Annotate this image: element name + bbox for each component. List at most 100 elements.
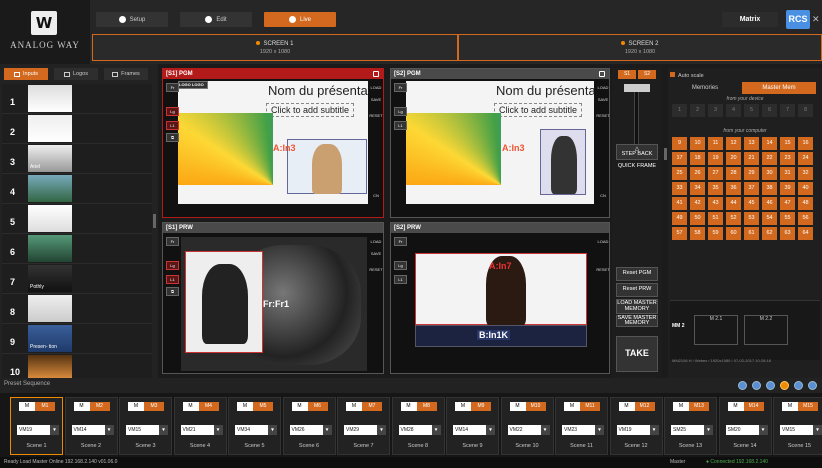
- screen-2-selector[interactable]: SCREEN 2 1920 x 1080: [458, 34, 822, 61]
- memory-slot[interactable]: 55: [780, 212, 795, 225]
- l1-button[interactable]: L1: [166, 275, 179, 284]
- memory-slot[interactable]: 48: [798, 197, 813, 210]
- l1-button[interactable]: L1: [394, 121, 407, 130]
- screen-s1-toggle[interactable]: S1: [618, 70, 636, 79]
- pgm-preview-frame[interactable]: Nom du présentation Click to add subtitl…: [406, 81, 594, 204]
- input-item[interactable]: 3 Ariel: [2, 144, 152, 174]
- memory-slot[interactable]: 57: [672, 227, 687, 240]
- memory-slot[interactable]: 29: [744, 167, 759, 180]
- scene-card[interactable]: M M13 SM25 ▾ Scene 13: [664, 397, 717, 455]
- memory-slot[interactable]: 50: [690, 212, 705, 225]
- nav-setup-button[interactable]: Setup: [96, 12, 168, 27]
- scene-card[interactable]: M M7 VM29 ▾ Scene 7: [337, 397, 390, 455]
- reset-prw-button[interactable]: Reset PRW: [616, 283, 658, 297]
- scene-select[interactable]: VM22 ▾: [507, 425, 550, 435]
- scene-card[interactable]: M M10 VM22 ▾ Scene 10: [500, 397, 554, 455]
- memory-slot[interactable]: 8: [798, 104, 813, 117]
- save-button[interactable]: SAVE: [367, 97, 385, 102]
- auto-scale-toggle[interactable]: Auto scale: [670, 72, 704, 79]
- scene-select[interactable]: VM14 ▾: [453, 425, 495, 435]
- memory-slot[interactable]: 54: [762, 212, 777, 225]
- memory-slot[interactable]: 46: [762, 197, 777, 210]
- save-button[interactable]: SAVE: [367, 251, 385, 256]
- load-master-memory-button[interactable]: LOAD MASTER MEMORY: [616, 299, 658, 314]
- memory-slot[interactable]: 51: [708, 212, 723, 225]
- memory-slot[interactable]: 26: [690, 167, 705, 180]
- scene-select[interactable]: VM34 ▾: [235, 425, 277, 435]
- scene-select[interactable]: VM19 ▾: [17, 425, 59, 435]
- tab-memories[interactable]: Memories: [670, 82, 740, 94]
- memory-slot[interactable]: 52: [726, 212, 741, 225]
- fr-button[interactable]: Fr: [166, 83, 179, 92]
- reset-button[interactable]: RESET: [367, 113, 385, 118]
- mm-screen-1[interactable]: M 2.1: [694, 315, 738, 345]
- first-icon[interactable]: [752, 381, 761, 390]
- step-back-button[interactable]: △ STEP BACK: [616, 144, 658, 160]
- memory-slot[interactable]: 11: [708, 137, 723, 150]
- memory-slot[interactable]: 43: [708, 197, 723, 210]
- lg-button[interactable]: Lg: [394, 261, 407, 270]
- memory-slot[interactable]: 14: [762, 137, 777, 150]
- layer-box[interactable]: [185, 251, 263, 353]
- prev-icon[interactable]: [738, 381, 747, 390]
- memory-slot[interactable]: 36: [726, 182, 741, 195]
- scene-select[interactable]: SM25 ▾: [671, 425, 713, 435]
- scene-select[interactable]: VM23 ▾: [562, 425, 604, 435]
- memory-slot[interactable]: 25: [672, 167, 687, 180]
- memory-slot[interactable]: 41: [672, 197, 687, 210]
- memory-slot[interactable]: 22: [762, 152, 777, 165]
- save-master-memory-button[interactable]: SAVE MASTER MEMORY: [616, 315, 658, 327]
- memory-slot[interactable]: 13: [744, 137, 759, 150]
- load-button[interactable]: LOAD: [594, 239, 612, 244]
- scrollbar[interactable]: [153, 214, 156, 228]
- scene-select[interactable]: VM15 ▾: [126, 425, 168, 435]
- memory-slot[interactable]: 28: [726, 167, 741, 180]
- memory-slot[interactable]: 20: [726, 152, 741, 165]
- memory-slot[interactable]: 58: [690, 227, 705, 240]
- screen-1-selector[interactable]: SCREEN 1 1920 x 1080: [92, 34, 458, 61]
- cn-button[interactable]: CN: [367, 193, 385, 198]
- close-icon[interactable]: ✕: [812, 9, 822, 29]
- input-item[interactable]: 7 Pothly: [2, 264, 152, 294]
- prw-preview-frame[interactable]: A:In7 B:In1K: [411, 237, 591, 371]
- scrollbar[interactable]: [664, 148, 667, 160]
- scene-card[interactable]: M M6 VM26 ▾ Scene 6: [282, 397, 336, 455]
- scene-select[interactable]: VM29 ▾: [344, 425, 386, 435]
- memory-slot[interactable]: 56: [798, 212, 813, 225]
- input-item[interactable]: 9 Presen- tion: [2, 324, 152, 354]
- reset-button[interactable]: RESET: [594, 113, 612, 118]
- memory-slot[interactable]: 63: [780, 227, 795, 240]
- memory-slot[interactable]: 64: [798, 227, 813, 240]
- memory-slot[interactable]: 53: [744, 212, 759, 225]
- lg-button[interactable]: Lg: [166, 107, 179, 116]
- memory-slot[interactable]: 32: [798, 167, 813, 180]
- pgm-preview-frame[interactable]: Nom du présentation Click to add subtitl…: [178, 81, 368, 204]
- memory-slot[interactable]: 59: [708, 227, 723, 240]
- scene-card[interactable]: M M8 VM28 ▾ Scene 8: [391, 397, 445, 455]
- lg-button[interactable]: Lg: [394, 107, 407, 116]
- memory-slot[interactable]: 18: [690, 152, 705, 165]
- load-button[interactable]: LOAD: [367, 85, 385, 90]
- lock-icon[interactable]: [373, 71, 379, 77]
- memory-slot[interactable]: 1: [672, 104, 687, 117]
- take-button[interactable]: TAKE: [616, 336, 658, 372]
- fr-button[interactable]: Fr: [394, 83, 407, 92]
- l1-button[interactable]: L1: [394, 275, 407, 284]
- save-button[interactable]: SAVE: [594, 97, 612, 102]
- matrix-button[interactable]: Matrix: [722, 12, 778, 27]
- memory-slot[interactable]: 6: [762, 104, 777, 117]
- next-icon[interactable]: [794, 381, 803, 390]
- input-item[interactable]: 6: [2, 234, 152, 264]
- nav-live-button[interactable]: Live: [264, 12, 336, 27]
- input-item[interactable]: 4: [2, 174, 152, 204]
- logo-layer[interactable]: LOGO LOGO: [178, 81, 208, 89]
- memory-slot[interactable]: 39: [780, 182, 795, 195]
- memory-slot[interactable]: 23: [780, 152, 795, 165]
- memory-slot[interactable]: 12: [726, 137, 741, 150]
- memory-slot[interactable]: 15: [780, 137, 795, 150]
- tab-inputs[interactable]: Inputs: [4, 68, 48, 80]
- tab-logos[interactable]: Logos: [54, 68, 98, 80]
- load-button[interactable]: LOAD: [367, 239, 385, 244]
- memory-slot[interactable]: 30: [762, 167, 777, 180]
- memory-slot[interactable]: 19: [708, 152, 723, 165]
